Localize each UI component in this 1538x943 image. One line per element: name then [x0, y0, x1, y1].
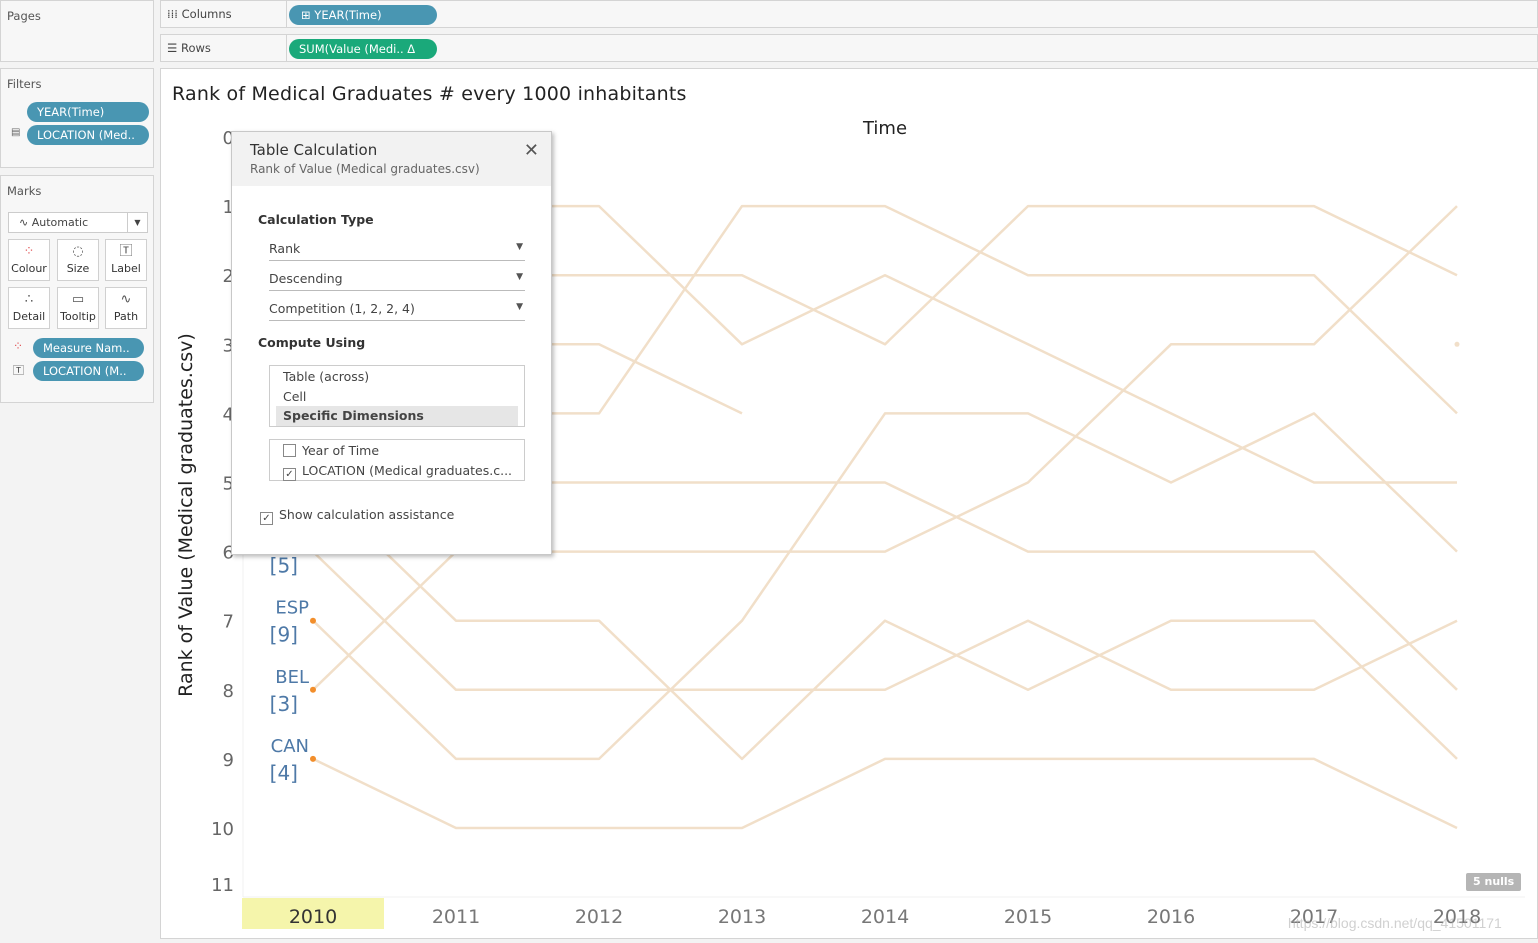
x-tick-label: 2014	[861, 906, 909, 928]
y-tick-label: 8	[223, 681, 234, 702]
order-value: Descending	[269, 271, 343, 286]
y-tick-label: 10	[211, 819, 234, 840]
y-tick-label: 7	[223, 612, 234, 633]
x-tick-label: 2012	[575, 906, 623, 928]
x-tick-label: 2011	[432, 906, 480, 928]
point-label-name: CAN	[271, 736, 309, 757]
x-tick-label: 2010	[289, 906, 337, 928]
dialog-title: Table Calculation	[250, 141, 378, 159]
rank-mode-select[interactable]: Competition (1, 2, 2, 4) ▼	[269, 296, 525, 321]
x-tick-label: 2016	[1147, 906, 1195, 928]
checkbox-checked[interactable]: ✓	[283, 467, 296, 481]
checkbox-unchecked[interactable]	[283, 444, 296, 457]
highlighted-point	[310, 617, 316, 624]
watermark: https://blog.csdn.net/qq_41501171	[1288, 915, 1502, 931]
compute-option-cell[interactable]: Cell	[270, 387, 524, 407]
compute-using-list: Table (across) Cell Specific Dimensions	[269, 365, 525, 427]
calculation-type-value: Rank	[269, 241, 301, 256]
dialog-subtitle: Rank of Value (Medical graduates.csv)	[250, 162, 480, 176]
x-axis-title: Time	[862, 118, 907, 139]
compute-option-specific-dimensions[interactable]: Specific Dimensions	[276, 406, 518, 426]
dimension-label: LOCATION (Medical graduates.c...	[302, 462, 513, 478]
rank-mode-value: Competition (1, 2, 2, 4)	[269, 301, 415, 316]
x-tick-label: 2015	[1004, 906, 1052, 928]
dimension-year-of-time[interactable]: Year of Time	[270, 441, 524, 461]
compute-option-table-across[interactable]: Table (across)	[270, 367, 524, 387]
dimension-label: Year of Time	[302, 443, 380, 458]
close-icon[interactable]: ✕	[524, 140, 539, 161]
compute-using-label: Compute Using	[258, 335, 366, 350]
calculation-type-label: Calculation Type	[258, 212, 374, 227]
show-assistance-toggle[interactable]: ✓ Show calculation assistance	[260, 507, 454, 525]
dimension-location[interactable]: ✓ LOCATION (Medical graduates.c...	[270, 461, 524, 481]
dropdown-arrow-icon: ▼	[516, 272, 523, 282]
series-line	[456, 481, 1458, 691]
x-tick-label: 2013	[718, 906, 766, 928]
point-label-name: ESP	[275, 598, 309, 619]
checkbox-checked[interactable]: ✓	[260, 512, 273, 525]
point-label-name: BEL	[275, 667, 309, 688]
y-axis-title: Rank of Value (Medical graduates.csv)	[175, 333, 197, 697]
series-line	[312, 757, 1458, 830]
highlighted-point	[310, 686, 316, 693]
dimensions-list: Year of Time ✓ LOCATION (Medical graduate…	[269, 439, 525, 481]
y-tick-label: 9	[223, 750, 234, 771]
order-select[interactable]: Descending ▼	[269, 266, 525, 291]
show-assistance-label: Show calculation assistance	[279, 507, 455, 522]
dialog-header: Table Calculation Rank of Value (Medical…	[232, 132, 551, 186]
point-label-value: [9]	[270, 623, 298, 647]
table-calculation-dialog: Table Calculation Rank of Value (Medical…	[231, 131, 552, 555]
dropdown-arrow-icon: ▼	[516, 302, 523, 312]
series-point	[1454, 341, 1460, 347]
point-label-value: [4]	[270, 761, 298, 785]
y-tick-label: 11	[211, 875, 234, 896]
nulls-badge[interactable]: 5 nulls	[1466, 873, 1522, 891]
dropdown-arrow-icon: ▼	[516, 242, 523, 252]
point-label-value: [5]	[270, 554, 298, 578]
calculation-type-select[interactable]: Rank ▼	[269, 236, 525, 261]
point-label-value: [3]	[270, 692, 298, 716]
highlighted-point	[310, 755, 316, 762]
